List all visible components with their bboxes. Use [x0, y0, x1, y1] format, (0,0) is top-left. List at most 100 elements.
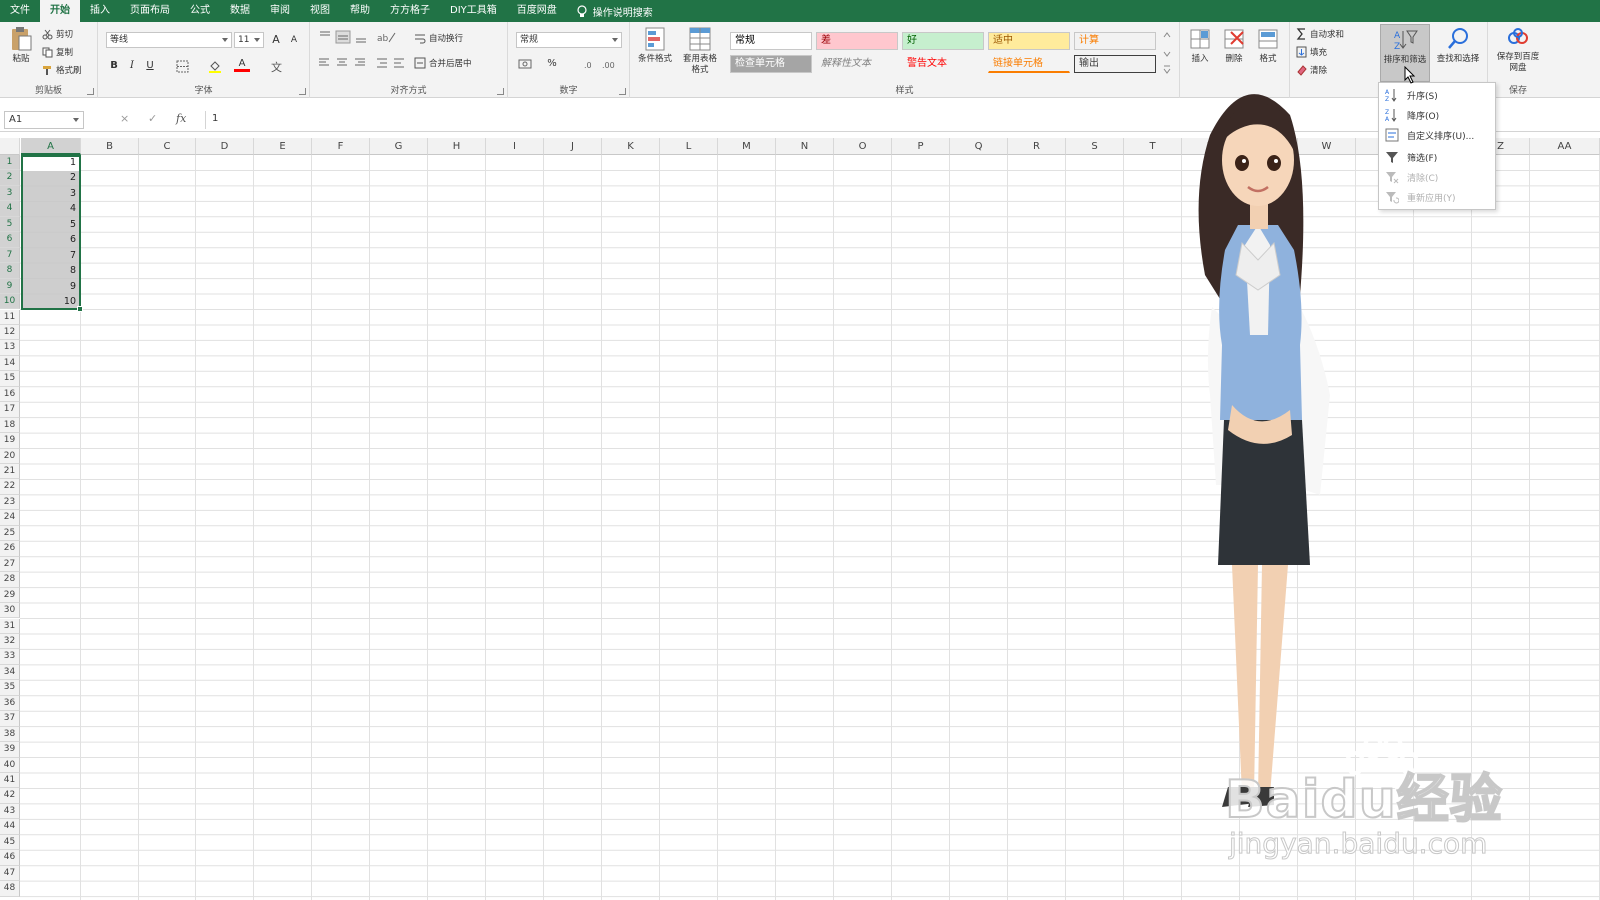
number-launcher-icon[interactable]	[619, 88, 626, 95]
wrap-text-button[interactable]: 自动换行	[414, 30, 463, 46]
format-painter-button[interactable]: 格式刷	[42, 62, 82, 78]
insert-cells-button[interactable]: 插入	[1184, 26, 1216, 65]
insert-function-icon[interactable]: fx	[176, 112, 186, 125]
indent-icon[interactable]	[376, 57, 406, 69]
name-box[interactable]: A1	[4, 111, 84, 129]
tab-data[interactable]: 数据	[220, 0, 260, 22]
tab-baidu-netdisk[interactable]: 百度网盘	[507, 0, 567, 22]
row-header[interactable]: 19	[0, 433, 20, 449]
row-header[interactable]: 17	[0, 402, 20, 418]
font-launcher-icon[interactable]	[299, 88, 306, 95]
enter-icon[interactable]: ✓	[148, 112, 157, 125]
tab-help[interactable]: 帮助	[340, 0, 380, 22]
delete-cells-button[interactable]: 删除	[1218, 26, 1250, 65]
row-header[interactable]: 32	[0, 633, 20, 650]
cut-button[interactable]: 剪切	[42, 26, 73, 42]
align-top-icon[interactable]	[318, 30, 372, 44]
row-header[interactable]: 34	[0, 664, 20, 681]
row-header[interactable]: 15	[0, 371, 20, 387]
bold-button[interactable]: B	[106, 58, 122, 74]
row-header[interactable]: 43	[0, 803, 20, 820]
clipboard-launcher-icon[interactable]	[87, 88, 94, 95]
font-name-select[interactable]: 等线	[106, 32, 232, 48]
row-header[interactable]: 42	[0, 788, 20, 804]
format-as-table-button[interactable]: 套用表格格式	[678, 26, 722, 76]
row-header[interactable]: 36	[0, 695, 20, 712]
style-bad[interactable]: 差	[816, 32, 898, 50]
column-header[interactable]: I	[486, 138, 544, 155]
row-header[interactable]: 38	[0, 726, 20, 743]
row-header[interactable]: 35	[0, 680, 20, 696]
row-header[interactable]: 2	[0, 170, 20, 186]
filter-item[interactable]: 筛选(F)	[1379, 147, 1497, 167]
row-header[interactable]: 12	[0, 324, 20, 341]
sort-descending-item[interactable]: ZA 降序(O)	[1379, 105, 1497, 125]
underline-button[interactable]: U	[142, 58, 158, 74]
increase-decimal-icon[interactable]: .0 .00	[584, 58, 618, 70]
row-header[interactable]: 47	[0, 865, 20, 882]
row-header[interactable]: 40	[0, 757, 20, 773]
row-header[interactable]: 11	[0, 309, 20, 325]
row-header[interactable]: 8	[0, 263, 20, 279]
column-header[interactable]: R	[1008, 138, 1066, 155]
style-good[interactable]: 好	[902, 32, 984, 50]
row-header[interactable]: 24	[0, 510, 20, 526]
tab-review[interactable]: 审阅	[260, 0, 300, 22]
sort-ascending-item[interactable]: AZ 升序(S)	[1379, 85, 1497, 105]
column-header[interactable]: O	[834, 138, 892, 155]
row-header[interactable]: 7	[0, 247, 20, 264]
tab-diy-toolbox[interactable]: DIY工具箱	[440, 0, 507, 22]
row-header[interactable]: 14	[0, 355, 20, 372]
column-header[interactable]: B	[81, 138, 139, 155]
cell-a7[interactable]: 7	[21, 248, 79, 263]
tell-me-search[interactable]: 操作说明搜索	[577, 4, 653, 19]
column-header[interactable]: AA	[1530, 138, 1600, 155]
tab-home[interactable]: 开始	[40, 0, 80, 22]
row-header[interactable]: 41	[0, 773, 20, 789]
style-check-cell[interactable]: 检查单元格	[730, 55, 812, 73]
accounting-format-icon[interactable]	[518, 58, 534, 70]
borders-icon[interactable]	[176, 60, 189, 73]
cell-a1[interactable]: 1	[21, 155, 79, 170]
tab-formulas[interactable]: 公式	[180, 0, 220, 22]
row-header[interactable]: 46	[0, 850, 20, 866]
clear-filter-item[interactable]: 清除(C)	[1379, 167, 1497, 187]
styles-scroll-icon[interactable]	[1162, 28, 1172, 76]
cell-a5[interactable]: 5	[21, 217, 79, 232]
row-header[interactable]: 5	[0, 216, 20, 233]
format-cells-button[interactable]: 格式	[1252, 26, 1284, 65]
style-normal[interactable]: 常规	[730, 32, 812, 50]
row-header[interactable]: 39	[0, 742, 20, 758]
number-format-select[interactable]: 常规	[516, 32, 622, 48]
row-header[interactable]: 13	[0, 340, 20, 356]
cell-a2[interactable]: 2	[21, 170, 79, 185]
column-header[interactable]: S	[1066, 138, 1124, 155]
shrink-font-button[interactable]: A	[286, 32, 302, 48]
cell-a9[interactable]: 9	[21, 279, 79, 294]
fill-color-icon[interactable]	[208, 59, 222, 73]
row-header[interactable]: 10	[0, 294, 20, 310]
row-header[interactable]: 30	[0, 603, 20, 619]
column-header[interactable]: J	[544, 138, 602, 155]
column-header[interactable]: F	[312, 138, 370, 155]
row-header[interactable]: 16	[0, 386, 20, 403]
row-header[interactable]: 1	[0, 155, 20, 171]
column-header[interactable]: L	[660, 138, 718, 155]
row-header[interactable]: 33	[0, 649, 20, 665]
row-header[interactable]: 20	[0, 448, 20, 464]
cell-a3[interactable]: 3	[21, 186, 79, 201]
tab-page-layout[interactable]: 页面布局	[120, 0, 180, 22]
row-header[interactable]: 37	[0, 711, 20, 727]
column-header[interactable]: P	[892, 138, 950, 155]
column-header[interactable]: G	[370, 138, 428, 155]
select-all-corner[interactable]	[0, 138, 20, 155]
row-header[interactable]: 29	[0, 587, 20, 604]
row-header[interactable]: 28	[0, 572, 20, 588]
style-calculation[interactable]: 计算	[1074, 32, 1156, 50]
cell-a10[interactable]: 10	[21, 294, 79, 309]
grow-font-button[interactable]: A	[268, 32, 284, 48]
row-header[interactable]: 9	[0, 278, 20, 295]
row-header[interactable]: 48	[0, 881, 20, 897]
find-select-button[interactable]: 查找和选择	[1432, 26, 1484, 65]
row-header[interactable]: 18	[0, 417, 20, 434]
